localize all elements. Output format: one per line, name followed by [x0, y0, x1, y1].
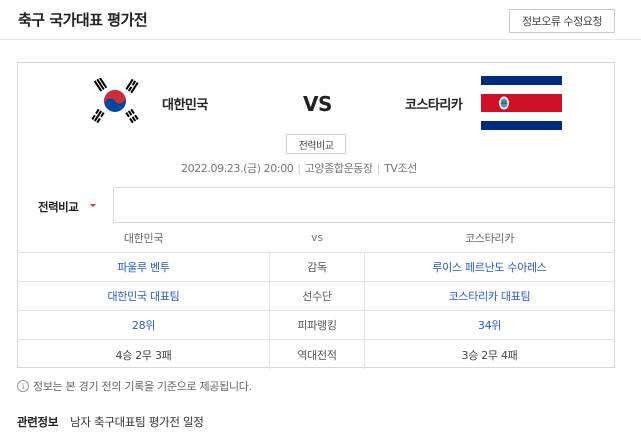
header-away: 코스타리카: [464, 231, 515, 245]
home-coach-link[interactable]: 파울루 벤투: [18, 253, 269, 281]
away-record: 3승 2무 4패: [461, 348, 518, 362]
row-label: 감독: [269, 253, 365, 281]
vs-label: VS: [303, 92, 332, 116]
row-label: 피파랭킹: [269, 311, 365, 339]
row-label: 역대전적: [269, 340, 365, 369]
tab-divider: [114, 187, 614, 188]
table-header: 대한민국 vs 코스타리카: [18, 223, 614, 253]
table-row: 대한민국 대표팀 선수단 코스타리카 대표팀: [18, 282, 614, 311]
info-icon: i: [17, 380, 29, 392]
home-squad-link[interactable]: 대한민국 대표팀: [18, 282, 269, 310]
tab-power-compare[interactable]: 전력비교: [18, 187, 114, 223]
header-home: 대한민국: [123, 231, 164, 245]
away-team-name[interactable]: 코스타리카: [405, 94, 463, 113]
tab-label: 전력비교: [38, 200, 79, 214]
table-row: 4승 2무 3패 역대전적 3승 2무 4패: [18, 340, 614, 369]
korea-flag-icon: [88, 78, 142, 124]
header-vs: vs: [311, 231, 323, 244]
match-datetime: 2022.09.23.(금) 20:00: [181, 162, 294, 175]
home-team-name[interactable]: 대한민국: [162, 94, 208, 113]
related-label: 관련정보: [17, 415, 59, 429]
away-ranking-link[interactable]: 34위: [365, 311, 614, 339]
costa-rica-flag-icon: [481, 76, 562, 130]
comparison-table: 대한민국 vs 코스타리카 파울루 벤투 감독 루이스 페르난도 수아레스 대한…: [18, 223, 614, 369]
info-separator: |: [297, 162, 301, 175]
related-schedule-link[interactable]: 남자 축구대표팀 평가전 일정: [70, 414, 204, 430]
notice-text: 정보는 본 경기 전의 기록을 기준으로 제공됩니다.: [33, 380, 252, 393]
away-squad-link[interactable]: 코스타리카 대표팀: [365, 282, 614, 310]
page-title: 축구 국가대표 평가전: [18, 11, 148, 29]
home-record: 4승 2무 3패: [115, 348, 172, 362]
related-info: 관련정보 남자 축구대표팀 평가전 일정: [17, 414, 204, 430]
row-label: 선수단: [269, 282, 365, 310]
away-coach-link[interactable]: 루이스 페르난도 수아레스: [365, 253, 614, 281]
table-row: 28위 피파랭킹 34위: [18, 311, 614, 340]
match-broadcaster: TV조선: [384, 162, 417, 175]
home-ranking-link[interactable]: 28위: [18, 311, 269, 339]
power-compare-button[interactable]: 전력비교: [286, 134, 346, 154]
info-separator: |: [376, 162, 381, 175]
report-error-button[interactable]: 정보오류 수정요청: [509, 9, 615, 33]
match-venue: 고양종합운동장: [304, 162, 373, 175]
header-divider: [0, 39, 641, 40]
caret-down-icon: [90, 204, 96, 207]
table-row: 파울루 벤투 감독 루이스 페르난도 수아레스: [18, 253, 614, 282]
notice: i 정보는 본 경기 전의 기록을 기준으로 제공됩니다.: [17, 378, 252, 394]
